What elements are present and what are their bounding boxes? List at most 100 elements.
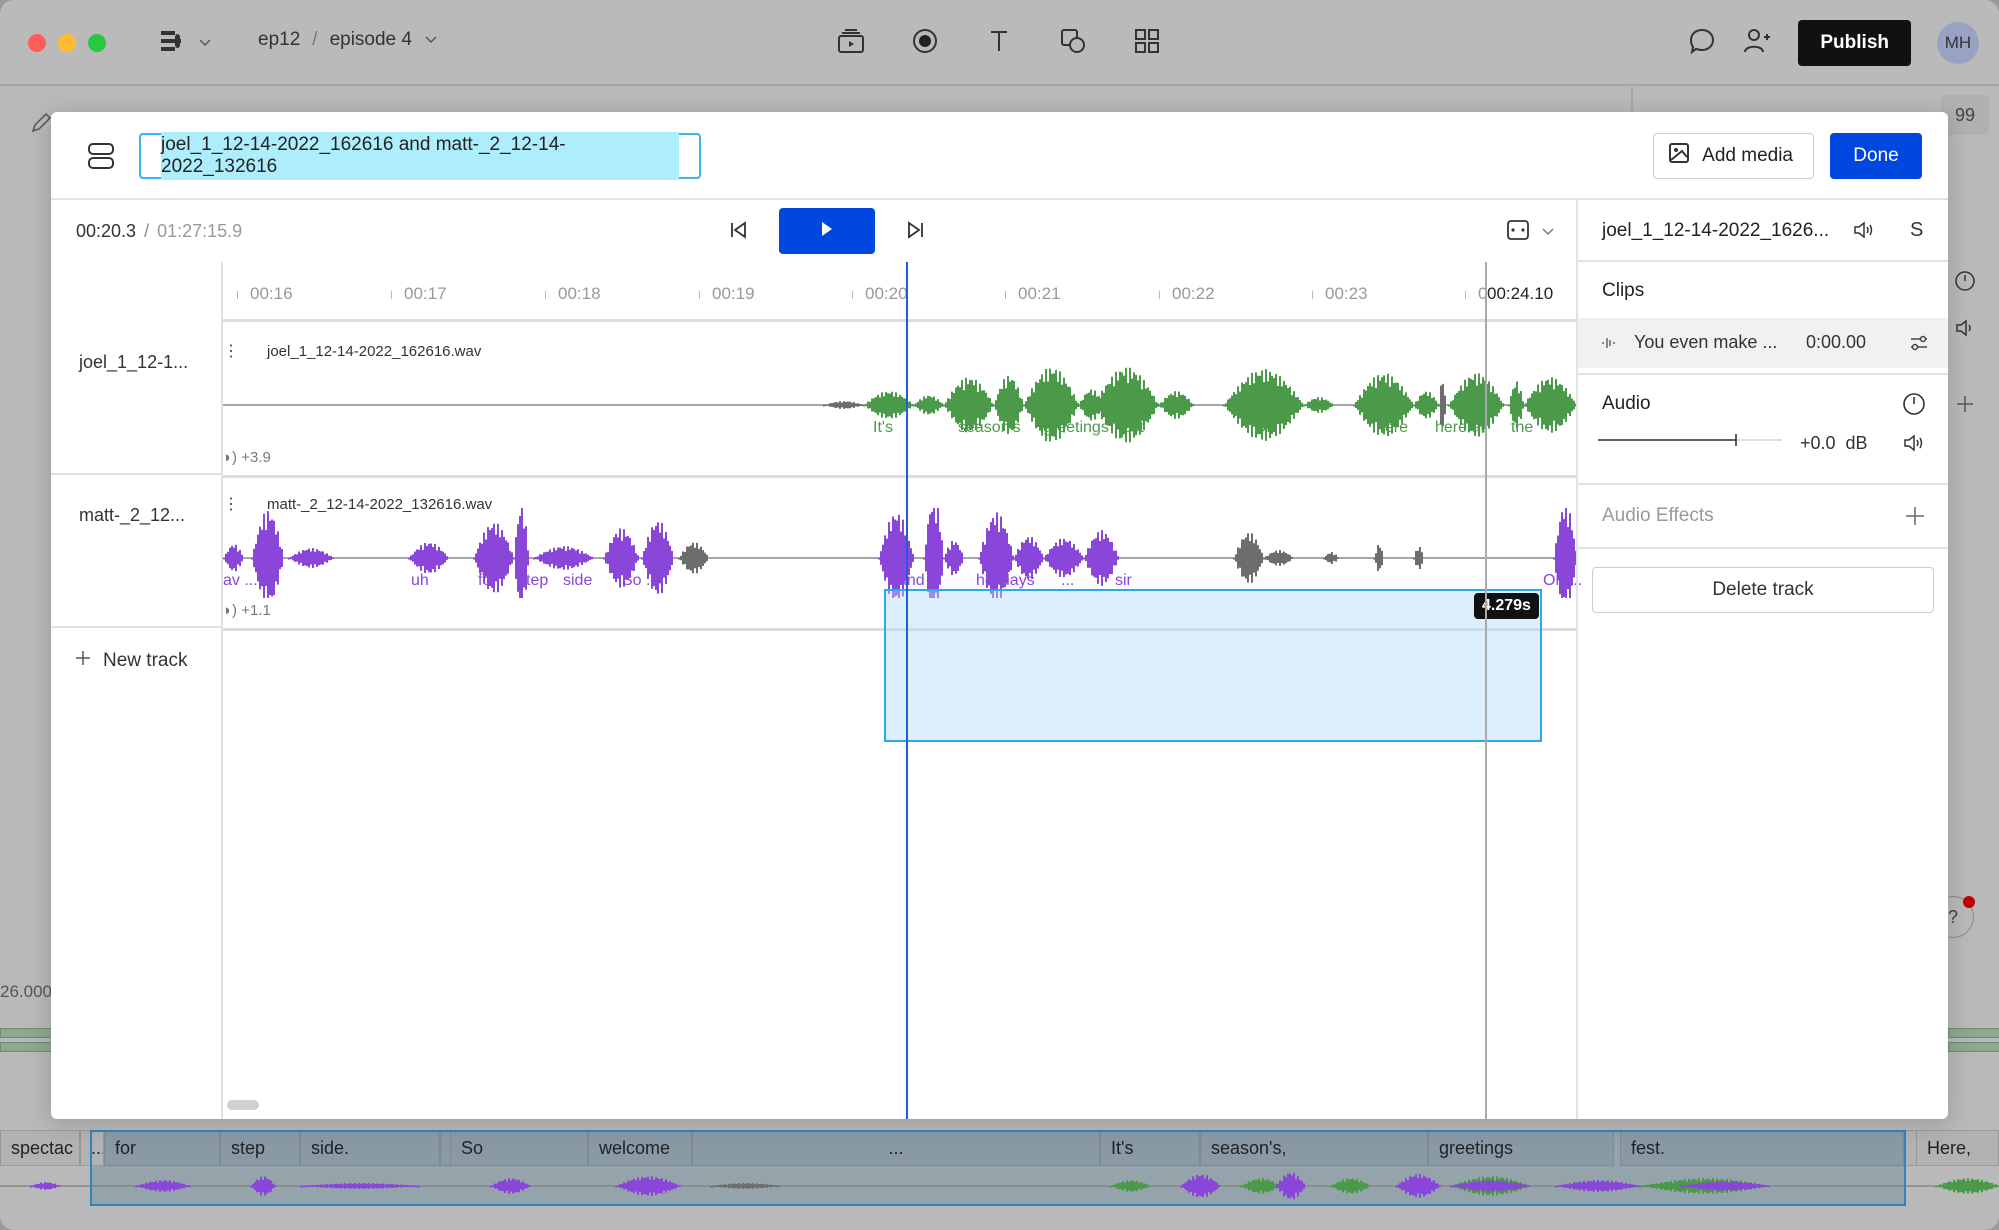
grid-icon[interactable] [1132,26,1162,56]
transcript-word[interactable]: and ... [898,572,942,590]
add-media-button[interactable]: Add media [1653,133,1814,179]
transcript-word[interactable]: holidays [976,572,1035,590]
waveform-sample [999,388,1001,422]
waveform-sample [366,1183,368,1189]
waveform-sample [1472,1181,1474,1191]
quote-icon[interactable]: 99 [1941,95,1989,135]
clock-icon[interactable] [1902,392,1926,421]
close-window-button[interactable] [28,34,46,52]
comment-icon[interactable] [1688,27,1716,60]
track-label-joel[interactable]: joel_1_12-1... [51,322,223,475]
waveform-sample [1561,1184,1563,1188]
minimize-window-button[interactable] [58,34,76,52]
waveform-sample [1710,1182,1712,1190]
volume-icon[interactable] [1902,433,1926,458]
record-icon[interactable] [910,26,940,56]
strip-word[interactable]: for [104,1130,220,1166]
transcript-word[interactable]: here [1376,419,1408,437]
transcript-word[interactable]: side [563,572,592,590]
strip-word[interactable]: side. [300,1130,440,1166]
waveform-sample [825,404,827,406]
breadcrumb-episode[interactable]: episode 4 [330,29,412,51]
transcript-word[interactable]: greetings [1043,419,1109,437]
waveform-sample [1736,1181,1738,1191]
strip-word[interactable]: welcome [588,1130,692,1166]
transcript-word[interactable]: sir [1115,572,1132,590]
waveform-sample [261,529,263,587]
text-icon[interactable] [984,26,1014,56]
transcript-word[interactable]: It's [873,419,893,437]
time-selection[interactable] [884,589,1542,742]
invite-user-icon[interactable] [1742,27,1772,60]
shapes-icon[interactable] [1058,26,1088,56]
breadcrumb-project[interactable]: ep12 [258,29,300,51]
track-lane-joel[interactable]: ⋮ joel_1_12-14-2022_162616.wav It's seaso… [223,325,1576,478]
strip-word[interactable]: season's, [1200,1130,1428,1166]
transcript-word[interactable]: Uh [1255,419,1275,437]
waveform-sample [1615,1181,1617,1191]
transcript-word[interactable]: fest [1118,419,1144,437]
waveform-sample [358,1183,360,1189]
transcript-word[interactable]: step [518,572,548,590]
done-button[interactable]: Done [1830,133,1922,179]
strip-word[interactable]: step [220,1130,300,1166]
transcript-word[interactable]: So ... [622,572,659,590]
new-track-button[interactable]: New track [75,650,187,672]
transcript-word[interactable]: season's [958,419,1021,437]
strip-word[interactable]: So [450,1130,588,1166]
track-label-matt[interactable]: matt-_2_12... [51,475,223,628]
clip-settings-icon[interactable] [1908,332,1930,359]
solo-button[interactable]: S [1910,219,1923,242]
add-media-label: Add media [1702,145,1793,166]
strip-word[interactable]: fest. [1620,1130,1904,1166]
view-mode-dropdown[interactable] [1505,218,1555,247]
background-add-icon[interactable] [1955,394,1975,419]
transcript-word[interactable]: uh [411,572,429,590]
add-effect-icon[interactable] [1904,505,1926,532]
skip-back-icon[interactable] [727,218,751,247]
volume-icon[interactable] [1852,220,1876,245]
transcript-word[interactable]: the [1511,419,1533,437]
gain-indicator[interactable]: ◗) +3.9 [223,449,271,466]
transcript-word[interactable]: av ... [223,572,258,590]
clip-row[interactable]: You even make ... 0:00.00 [1578,318,1948,368]
waveform-sample [288,558,290,560]
gain-indicator[interactable]: ◗) +1.1 [223,602,271,619]
strip-word[interactable]: Here, [1916,1130,1999,1166]
layout-icon[interactable] [87,142,115,175]
transcript-word[interactable]: for [478,572,497,590]
volume-slider[interactable] [1598,433,1782,447]
waveform-sample [1105,533,1107,583]
publish-button[interactable]: Publish [1798,20,1911,66]
background-volume-icon[interactable] [1954,319,1976,342]
zoom-window-button[interactable] [88,34,106,52]
delete-track-button[interactable]: Delete track [1592,567,1934,613]
timeline-ruler[interactable]: 00:16 00:17 00:18 00:19 00:20 00:21 00:22 00:23… [223,262,1576,322]
pencil-icon[interactable] [30,112,52,139]
play-button[interactable] [779,208,875,254]
strip-word[interactable]: spectac [0,1130,80,1166]
episode-chevron-down-icon[interactable] [424,29,438,51]
strip-word[interactable]: ... [692,1130,1100,1166]
background-clock-icon[interactable] [1954,270,1976,297]
audio-heading: Audio [1602,393,1651,414]
strip-word[interactable]: It's [1100,1130,1200,1166]
end-marker[interactable] [1485,262,1487,1119]
horizontal-scrollbar[interactable] [227,1100,259,1110]
composition-title-input[interactable]: joel_1_12-14-2022_162616 and matt-_2_12-… [139,132,701,180]
app-menu-button[interactable] [158,28,212,59]
transcript-word[interactable]: here at [1435,419,1485,437]
waveform-sample [673,1183,675,1189]
strip-word[interactable]: greetings [1428,1130,1614,1166]
playhead[interactable] [906,262,908,1119]
transcript-word[interactable]: ... [1061,572,1074,590]
waveform-sample [1983,1182,1985,1190]
waveform-sample [943,558,945,560]
media-library-icon[interactable] [836,26,866,56]
waveform-sample [512,1178,514,1194]
avatar[interactable]: MH [1937,22,1979,64]
volume-icon: ◗) [223,449,238,466]
strip-word[interactable]: ... [80,1130,104,1166]
waveform-sample [841,402,843,408]
skip-forward-icon[interactable] [903,218,927,247]
